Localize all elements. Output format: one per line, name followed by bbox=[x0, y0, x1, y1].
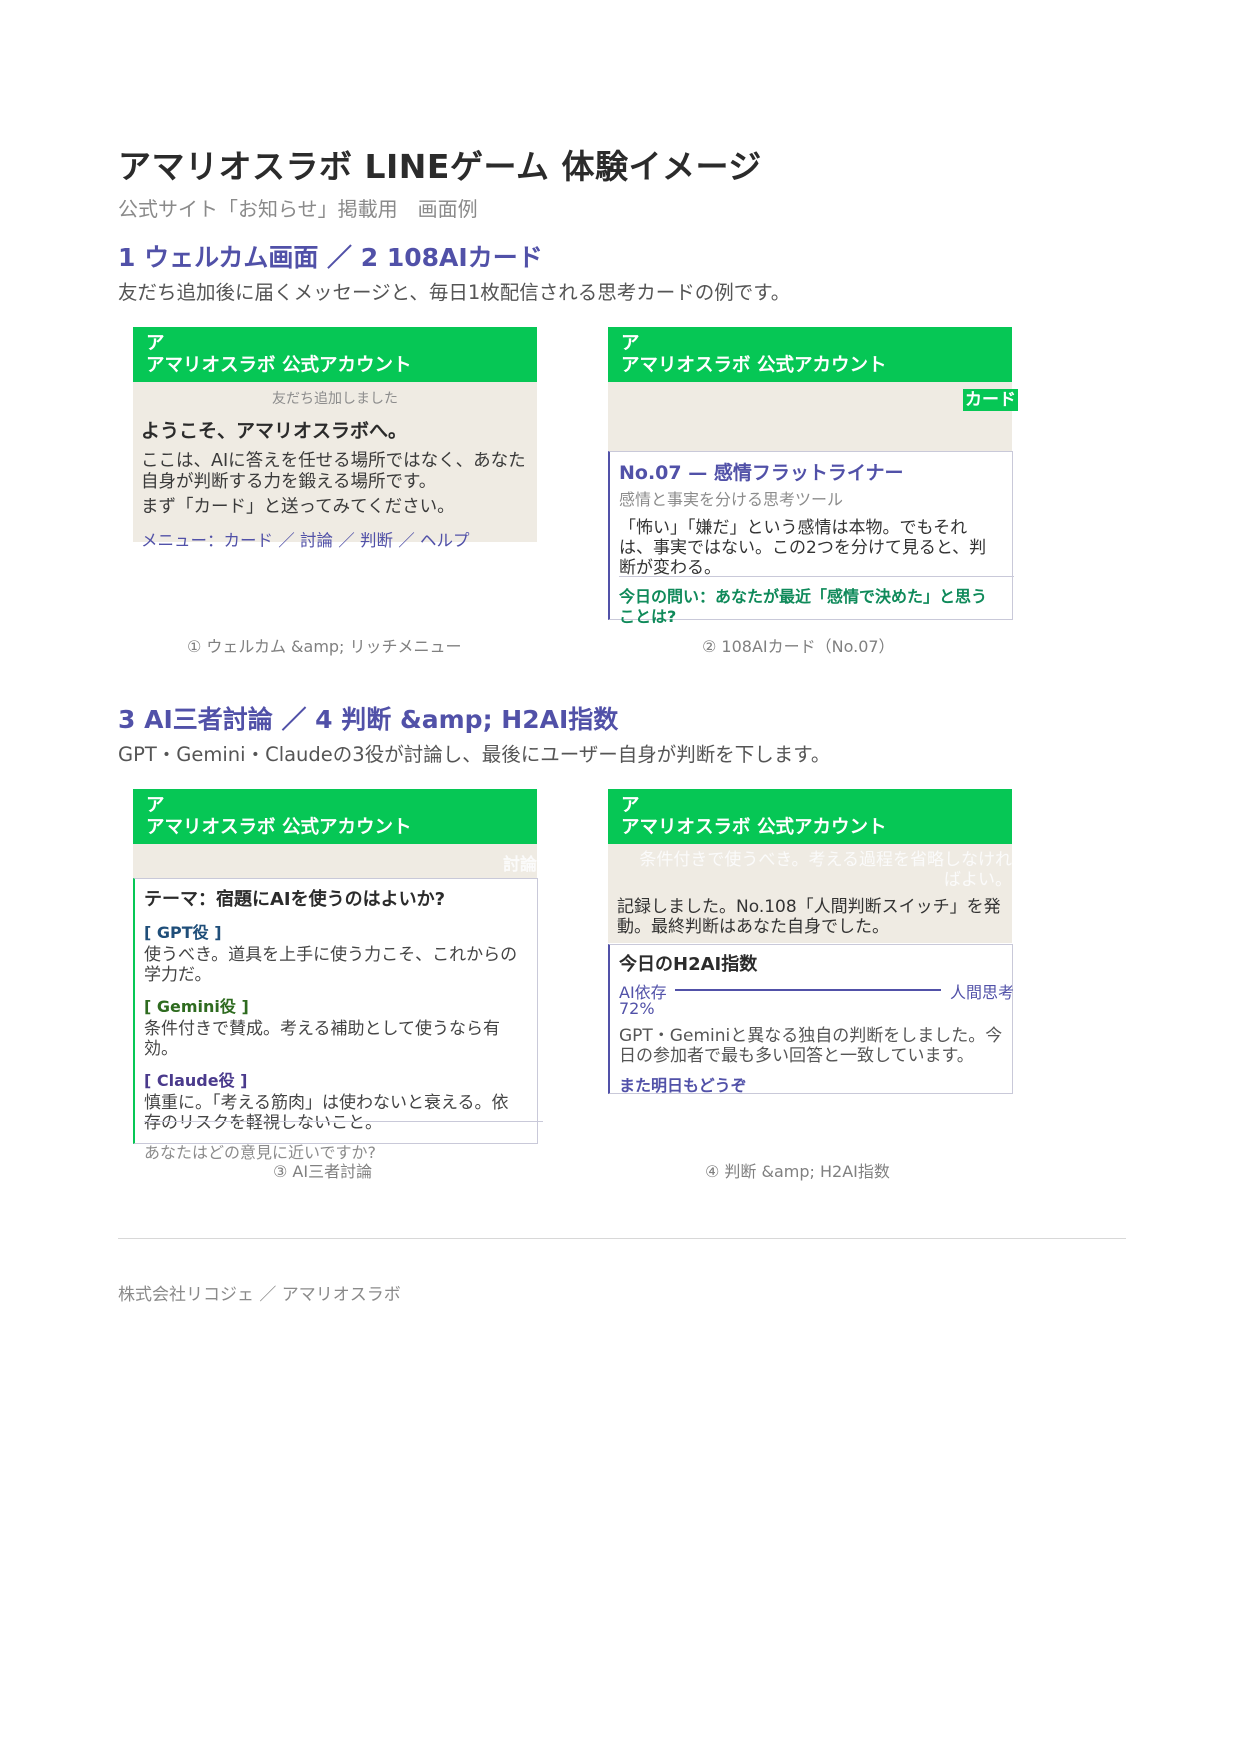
account-avatar: ア bbox=[146, 333, 165, 354]
h2ai-scale: AI依存 人間思考 bbox=[619, 979, 1014, 1002]
claude-role-label: [ Claude役 ] bbox=[144, 1071, 248, 1090]
opinion-line: 存のリスクを軽視しないこと。 bbox=[144, 1113, 382, 1133]
divider bbox=[619, 576, 1014, 577]
h2ai-index-panel: 今日のH2AI指数 AI依存 人間思考 72% GPT・Geminiと異なる独自… bbox=[608, 944, 1014, 1095]
debate-panel: テーマ：宿題にAIを使うのはよいか? [ GPT役 ] 使うべき。道具を上手に使… bbox=[133, 878, 543, 1162]
result-line: GPT・Geminiと異なる独自の判断をしました。今 bbox=[619, 1026, 1003, 1046]
chat-header: ア アマリオスラボ 公式アカウント bbox=[133, 327, 537, 382]
closing-message: また明日もどうぞ bbox=[619, 1076, 747, 1095]
opinion-line: 効。 bbox=[144, 1039, 178, 1059]
user-message-bubble: 条件付きで使うべき。考える過程を省略しなけれ ばよい。 bbox=[639, 850, 1012, 890]
chat-header: ア アマリオスラボ 公式アカウント bbox=[133, 789, 537, 844]
card-question-line: 今日の問い：あなたが最近「感情で決めた」と思う bbox=[619, 587, 988, 606]
bot-reply: 記録しました。No.108「人間判断スイッチ」を発 動。最終判断はあなた自身でし… bbox=[617, 897, 1001, 937]
divider bbox=[144, 1121, 543, 1122]
welcome-screen: ア アマリオスラボ 公式アカウント 友だち追加しました ようこそ、アマリオスラボ… bbox=[133, 327, 537, 550]
account-name: アマリオスラボ 公式アカウント bbox=[621, 817, 887, 838]
system-message: 友だち追加しました bbox=[272, 391, 398, 407]
card-body-line: は、事実ではない。この2つを分けて見ると、判 bbox=[619, 538, 987, 558]
scale-left-label: AI依存 bbox=[619, 983, 667, 1002]
section-description-2: GPT・Gemini・Claudeの3役が討論し、最後にユーザー自身が判断を下し… bbox=[118, 743, 831, 766]
card-body-line: 「怖い」「嫌だ」という感情は本物。でもそれ bbox=[619, 518, 968, 538]
user-message-bubble: カード bbox=[963, 389, 1018, 411]
bot-reply-line: 動。最終判断はあなた自身でした。 bbox=[617, 917, 889, 937]
opinion-line: 慎重に。「考える筋肉」は使わないと衰える。依 bbox=[144, 1093, 509, 1113]
card-question-line: ことは? bbox=[619, 607, 677, 626]
footer-credit: 株式会社リコジェ ／ アマリオスラボ bbox=[118, 1285, 401, 1305]
card-subtitle: 感情と事実を分ける思考ツール bbox=[619, 490, 844, 509]
caption-judgment: ④ 判断 &amp; H2AI指数 bbox=[705, 1162, 890, 1181]
section-heading-1: 1 ウェルカム画面 ／ 2 108AIカード bbox=[118, 243, 543, 272]
judgment-screen: ア アマリオスラボ 公式アカウント 条件付きで使うべき。考える過程を省略しなけれ… bbox=[608, 789, 1014, 1095]
opinion-line: 使うべき。道具を上手に使う力こそ、これからの bbox=[144, 945, 518, 965]
welcome-message: ここは、AIに答えを任せる場所ではなく、あなた 自身が判断する力を鍛える場所です… bbox=[141, 451, 537, 518]
scale-bar bbox=[675, 989, 941, 991]
footer-divider bbox=[118, 1238, 1126, 1239]
gemini-role-opinion: 条件付きで賛成。考える補助として使うなら有 効。 bbox=[144, 1019, 537, 1059]
card-title: No.07 — 感情フラットライナー bbox=[619, 462, 904, 484]
account-avatar: ア bbox=[621, 333, 640, 354]
account-name: アマリオスラボ 公式アカウント bbox=[621, 355, 887, 376]
caption-card: ② 108AIカード（No.07） bbox=[702, 637, 895, 656]
card-screen: ア アマリオスラボ 公式アカウント カード No.07 — 感情フラットライナー… bbox=[608, 327, 1018, 626]
card-question: 今日の問い：あなたが最近「感情で決めた」と思う ことは? bbox=[619, 587, 1012, 627]
caption-welcome: ① ウェルカム &amp; リッチメニュー bbox=[187, 637, 462, 656]
document-title: アマリオスラボ LINEゲーム 体験イメージ bbox=[118, 147, 762, 186]
bot-reply-line: 記録しました。No.108「人間判断スイッチ」を発 bbox=[617, 897, 1001, 917]
document-subtitle: 公式サイト「お知らせ」掲載用 画面例 bbox=[118, 197, 478, 221]
scale-right-label: 人間思考 bbox=[950, 983, 1015, 1002]
welcome-body-line: ここは、AIに答えを任せる場所ではなく、あなた bbox=[141, 451, 526, 471]
result-line: 日の参加者で最も多い回答と一致しています。 bbox=[619, 1046, 974, 1066]
caption-debate: ③ AI三者討論 bbox=[273, 1162, 373, 1181]
opinion-line: 学力だ。 bbox=[144, 965, 212, 985]
account-name: アマリオスラボ 公式アカウント bbox=[146, 817, 412, 838]
welcome-body-line: 自身が判断する力を鍛える場所です。 bbox=[141, 472, 437, 492]
section-description-1: 友だち追加後に届くメッセージと、毎日1枚配信される思考カードの例です。 bbox=[118, 281, 791, 304]
card-body: 「怖い」「嫌だ」という感情は本物。でもそれ は、事実ではない。この2つを分けて見… bbox=[619, 518, 1012, 578]
welcome-greeting: ようこそ、アマリオスラボへ。 bbox=[141, 420, 408, 442]
debate-screen: ア アマリオスラボ 公式アカウント 討論 テーマ：宿題にAIを使うのはよいか? … bbox=[133, 789, 543, 1162]
h2ai-index-title: 今日のH2AI指数 bbox=[619, 954, 758, 975]
chat-header: ア アマリオスラボ 公式アカウント bbox=[608, 789, 1012, 844]
user-message-bubble: 討論 bbox=[503, 855, 537, 875]
claude-role-opinion: 慎重に。「考える筋肉」は使わないと衰える。依 存のリスクを軽視しないこと。 bbox=[144, 1093, 537, 1133]
rich-menu-links[interactable]: メニュー：カード ／ 討論 ／ 判断 ／ ヘルプ bbox=[141, 527, 529, 551]
account-avatar: ア bbox=[146, 795, 165, 816]
user-message-line: 条件付きで使うべき。考える過程を省略しなけれ bbox=[639, 850, 1012, 870]
thinking-card: No.07 — 感情フラットライナー 感情と事実を分ける思考ツール 「怖い」「嫌… bbox=[608, 451, 1014, 626]
section-heading-2: 3 AI三者討論 ／ 4 判断 &amp; H2AI指数 bbox=[118, 705, 619, 734]
gpt-role-opinion: 使うべき。道具を上手に使う力こそ、これからの 学力だ。 bbox=[144, 945, 537, 985]
debate-theme: テーマ：宿題にAIを使うのはよいか? bbox=[144, 889, 446, 910]
h2ai-result-text: GPT・Geminiと異なる独自の判断をしました。今 日の参加者で最も多い回答と… bbox=[619, 1026, 1012, 1066]
opinion-line: 条件付きで賛成。考える補助として使うなら有 bbox=[144, 1019, 500, 1039]
account-avatar: ア bbox=[621, 795, 640, 816]
gemini-role-label: [ Gemini役 ] bbox=[144, 997, 249, 1016]
user-message-line: ばよい。 bbox=[944, 870, 1012, 890]
account-name: アマリオスラボ 公式アカウント bbox=[146, 355, 412, 376]
welcome-body-line: まず「カード」と送ってみてください。 bbox=[141, 497, 455, 517]
chat-header: ア アマリオスラボ 公式アカウント bbox=[608, 327, 1012, 382]
gpt-role-label: [ GPT役 ] bbox=[144, 923, 222, 942]
card-body-line: 断が変わる。 bbox=[619, 558, 721, 578]
